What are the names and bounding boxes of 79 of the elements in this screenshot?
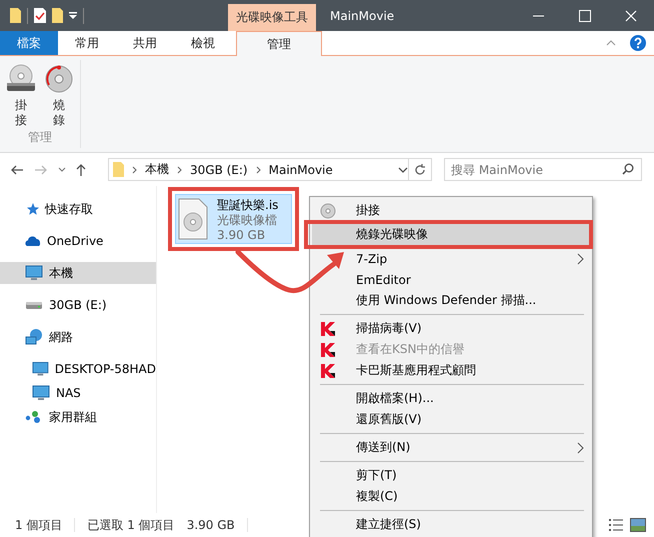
menu-item[interactable]: 卡巴斯基應用程式顧問	[312, 360, 590, 381]
ribbon-button[interactable]: 掛接	[6, 60, 36, 129]
selection-size: 3.90 GB	[186, 518, 235, 532]
folder-icon	[113, 162, 124, 177]
ribbon-tab[interactable]: 管理	[236, 31, 322, 56]
dropdown-icon[interactable]	[398, 166, 408, 172]
k-logo-icon	[320, 320, 336, 336]
large-icons-view-icon[interactable]	[630, 518, 646, 532]
window-title: MainMovie	[329, 8, 396, 24]
up-arrow-icon[interactable]	[76, 162, 86, 176]
nav-item[interactable]: OneDrive	[0, 230, 156, 252]
menu-item[interactable]: 掛接	[312, 200, 590, 221]
menu-item[interactable]: 傳送到(N)	[312, 437, 590, 458]
breadcrumb[interactable]: 30GB (E:)	[190, 162, 248, 176]
folder-icon[interactable]	[10, 8, 21, 23]
breadcrumb[interactable]: 本機	[145, 161, 169, 178]
menu-item[interactable]: 剪下(T)	[312, 465, 590, 486]
folder-icon[interactable]	[52, 8, 63, 23]
file-size: 3.90 GB	[217, 228, 266, 240]
network-icon	[25, 328, 43, 346]
dropdown-icon[interactable]	[69, 12, 77, 20]
drive-icon	[25, 299, 43, 311]
nav-item[interactable]: 家用群組	[0, 406, 156, 428]
close-icon[interactable]	[625, 10, 637, 22]
file-type: 光碟映像檔	[217, 213, 278, 228]
help-icon[interactable]	[630, 35, 646, 51]
recent-dropdown-icon[interactable]	[58, 166, 66, 172]
search-field[interactable]: 搜尋 MainMovie	[444, 158, 642, 181]
back-arrow-icon[interactable]	[10, 164, 24, 174]
maximize-icon[interactable]	[579, 10, 591, 22]
menu-item[interactable]: 還原舊版(V)	[312, 409, 590, 430]
ribbon-tab[interactable]: 檔案	[0, 31, 58, 55]
menu-item[interactable]: 開啟檔案(H)...	[312, 388, 590, 409]
chevron-right-icon	[177, 166, 182, 174]
menu-item[interactable]: 掃描病毒(V)	[312, 318, 590, 339]
ribbon-tab[interactable]: 常用	[58, 31, 116, 55]
k-logo-icon	[320, 342, 336, 358]
menu-item[interactable]: 7-Zip	[312, 248, 590, 269]
collapse-ribbon-icon[interactable]	[606, 40, 616, 46]
menu-item[interactable]: 使用 Windows Defender 掃描...	[312, 290, 590, 311]
menu-item[interactable]: EmEditor	[312, 269, 590, 290]
cloud-icon	[25, 235, 41, 247]
monitor-icon	[32, 361, 49, 377]
contextual-tab-group-label: 光碟映像工具	[228, 4, 316, 31]
search-icon[interactable]	[622, 163, 634, 175]
disc-icon	[320, 202, 336, 218]
breadcrumb[interactable]: MainMovie	[268, 162, 333, 176]
disc-image-file-icon	[178, 198, 208, 240]
checked-document-icon[interactable]	[34, 8, 46, 23]
ribbon-tab[interactable]: 共用	[116, 31, 174, 55]
disc-drive-icon	[5, 64, 37, 94]
ribbon-group-label: 管理	[27, 129, 53, 146]
nav-item[interactable]: NAS	[0, 382, 156, 404]
monitor-icon	[32, 385, 50, 401]
nav-item[interactable]: 網路	[0, 326, 156, 348]
file-name: 聖誕快樂.is	[217, 198, 278, 213]
nav-item[interactable]: DESKTOP-58HAD	[0, 358, 156, 380]
item-count: 1 個項目	[15, 516, 62, 534]
details-view-icon[interactable]	[608, 518, 624, 532]
file-item[interactable]: 聖誕快樂.is 光碟映像檔 3.90 GB	[175, 194, 292, 244]
k-logo-icon	[320, 362, 336, 378]
monitor-icon	[25, 265, 43, 281]
address-bar[interactable]: 本機 30GB (E:) MainMovie	[108, 158, 432, 181]
chevron-right-icon	[577, 252, 584, 264]
burn-disc-icon	[44, 64, 74, 94]
star-icon	[25, 202, 39, 216]
menu-item[interactable]: 建立捷徑(S)	[312, 514, 590, 535]
nav-item[interactable]: 快速存取	[0, 198, 156, 220]
selection-count: 已選取 1 個項目	[87, 516, 175, 534]
refresh-icon[interactable]	[414, 163, 426, 176]
menu-item[interactable]: 複製(C)	[312, 486, 590, 507]
homegroup-icon	[25, 410, 43, 424]
chevron-right-icon	[256, 166, 261, 174]
ribbon-tab[interactable]: 檢視	[174, 31, 232, 55]
nav-item[interactable]: 30GB (E:)	[0, 294, 156, 316]
ribbon-button[interactable]: 燒錄	[44, 60, 74, 129]
nav-item[interactable]: 本機	[0, 262, 156, 284]
chevron-right-icon	[132, 166, 137, 174]
chevron-right-icon	[577, 442, 584, 454]
